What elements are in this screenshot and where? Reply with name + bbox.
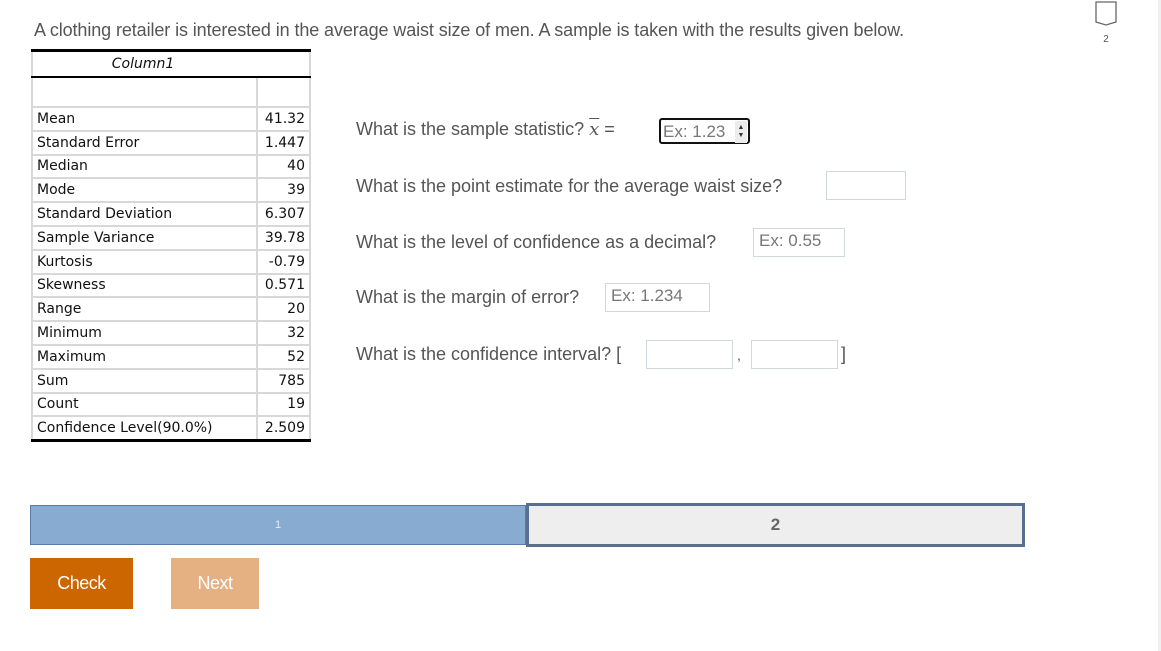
stat-value: 52 [256, 343, 311, 370]
descriptive-stats-table: Column1 Mean 41.32 Standard Error 1.447 Medi… [31, 49, 311, 443]
stat-value: 1.447 [256, 129, 311, 156]
stat-label: Count [31, 391, 258, 418]
table-row: Sum 785 [31, 367, 311, 394]
input-placeholder: Ex: 1.23 [663, 122, 726, 141]
comma: , [737, 347, 741, 363]
stat-value: 40 [256, 153, 311, 180]
spinner-arrows-icon[interactable]: ▲ ▼ [735, 121, 747, 143]
stat-value: 39.78 [256, 224, 311, 251]
point-estimate-input[interactable] [826, 171, 906, 200]
stat-label: Median [31, 153, 258, 180]
stat-label: Maximum [31, 343, 258, 370]
stat-label: Mean [31, 106, 258, 132]
check-button[interactable]: Check [30, 558, 133, 609]
stat-value: 19 [256, 391, 311, 418]
table-row: Confidence Level(90.0%) 2.509 [31, 415, 311, 443]
question-sample-statistic: What is the sample statistic? x = [356, 119, 615, 140]
stat-value: 20 [256, 296, 311, 323]
question-confidence-level: What is the level of confidence as a dec… [356, 232, 717, 252]
table-row: Mode 39 [31, 177, 311, 204]
table-row: Standard Error 1.447 [31, 129, 311, 156]
open-bracket: [ [616, 344, 622, 364]
stat-label: Kurtosis [31, 248, 258, 275]
bookmark-count: 2 [1103, 34, 1109, 45]
stat-value: 6.307 [256, 201, 311, 227]
table-row: Skewness 0.571 [31, 272, 311, 299]
margin-of-error-input[interactable]: Ex: 1.234 [605, 283, 710, 312]
close-bracket: ] [841, 344, 847, 364]
question-confidence-interval: What is the confidence interval? [ [356, 344, 621, 365]
stat-label: Confidence Level(90.0%) [31, 415, 258, 443]
question-point-estimate: What is the point estimate for the avera… [356, 176, 783, 196]
stat-value: 0.571 [256, 272, 311, 299]
sample-statistic-input[interactable]: Ex: 1.23 ▲ ▼ [659, 118, 750, 144]
table-row: Range 20 [31, 296, 311, 323]
table-row: Kurtosis -0.79 [31, 248, 311, 275]
stat-label: Standard Deviation [31, 201, 258, 227]
stat-label: Sum [31, 367, 258, 394]
confidence-level-input[interactable]: Ex: 0.55 [753, 228, 845, 257]
question-text: What is the confidence interval? [356, 344, 612, 364]
table-row: Mean 41.32 [31, 106, 311, 132]
question-margin-of-error: What is the margin of error? [356, 287, 580, 307]
ci-lower-input[interactable] [646, 340, 733, 369]
stat-value: -0.79 [256, 248, 311, 275]
equals-sign: = [604, 119, 615, 139]
stat-value: 32 [256, 320, 311, 346]
question-text: What is the sample statistic? [356, 119, 585, 139]
ci-upper-input[interactable] [751, 340, 838, 369]
table-row: Standard Deviation 6.307 [31, 201, 311, 227]
table-header: Column1 [31, 49, 311, 78]
progress-part-1[interactable]: 1 [30, 505, 526, 545]
stat-label: Skewness [31, 272, 258, 299]
progress-part-2-current[interactable]: 2 [526, 503, 1025, 547]
input-placeholder: Ex: 0.55 [759, 231, 822, 250]
xbar-symbol: x [589, 119, 600, 140]
stat-value: 785 [256, 367, 311, 394]
table-row: Median 40 [31, 153, 311, 180]
table-row: Minimum 32 [31, 320, 311, 346]
table-row: Maximum 52 [31, 343, 311, 370]
stat-value: 39 [256, 177, 311, 204]
stat-label: Mode [31, 177, 258, 204]
table-row: Count 19 [31, 391, 311, 418]
stat-value: 41.32 [256, 106, 311, 132]
next-button[interactable]: Next [171, 558, 259, 609]
table-row: Sample Variance 39.78 [31, 224, 311, 251]
stat-label: Sample Variance [31, 224, 258, 251]
stat-label: Standard Error [31, 129, 258, 156]
stat-label: Minimum [31, 320, 258, 346]
problem-prompt: A clothing retailer is interested in the… [34, 20, 904, 40]
stat-label: Range [31, 296, 258, 323]
bookmark-icon[interactable] [1095, 1, 1117, 26]
stat-value: 2.509 [256, 415, 311, 443]
input-placeholder: Ex: 1.234 [611, 286, 683, 305]
